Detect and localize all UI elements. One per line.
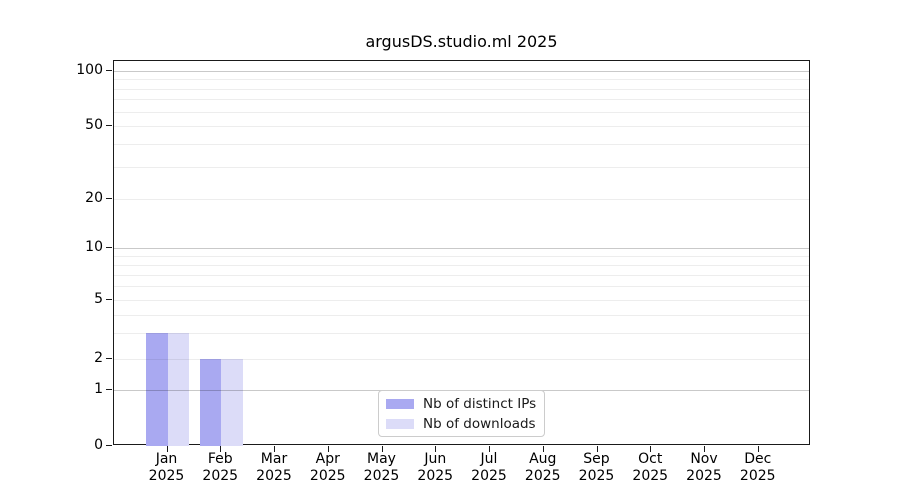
y-tick-0 xyxy=(106,445,112,446)
legend-label-downloads: Nb of downloads xyxy=(423,416,536,432)
legend-label-distinct-ips: Nb of distinct IPs xyxy=(423,396,536,412)
chart-figure: argusDS.studio.ml 2025 0125102050100Jan2… xyxy=(0,0,900,500)
gridline-minor-30 xyxy=(114,167,809,168)
legend-item-downloads: Nb of downloads xyxy=(386,415,544,432)
gridline-minor-70 xyxy=(114,99,809,100)
y-tick-50 xyxy=(106,125,112,126)
legend-swatch-downloads-icon xyxy=(386,419,414,429)
y-tick-label-100: 100 xyxy=(55,62,103,78)
bar-distinct-ips-feb xyxy=(200,359,222,446)
gridline-minor-5 xyxy=(114,300,809,301)
y-tick-1 xyxy=(106,389,112,390)
y-tick-label-1: 1 xyxy=(55,381,103,397)
y-tick-10 xyxy=(106,247,112,248)
gridline-major-10 xyxy=(114,248,809,249)
gridline-minor-40 xyxy=(114,144,809,145)
legend: Nb of distinct IPs Nb of downloads xyxy=(378,390,545,437)
y-tick-label-5: 5 xyxy=(55,291,103,307)
y-tick-100 xyxy=(106,70,112,71)
x-tick-label-dec: Dec2025 xyxy=(726,451,790,485)
gridline-minor-3 xyxy=(114,333,809,334)
gridline-minor-8 xyxy=(114,265,809,266)
gridline-minor-7 xyxy=(114,275,809,276)
gridline-minor-80 xyxy=(114,89,809,90)
y-tick-label-50: 50 xyxy=(55,117,103,133)
gridline-minor-20 xyxy=(114,199,809,200)
gridline-minor-50 xyxy=(114,126,809,127)
chart-title: argusDS.studio.ml 2025 xyxy=(113,32,810,51)
gridline-minor-90 xyxy=(114,79,809,80)
y-tick-20 xyxy=(106,198,112,199)
y-tick-label-2: 2 xyxy=(55,350,103,366)
bar-downloads-feb xyxy=(221,359,243,446)
y-tick-label-10: 10 xyxy=(55,239,103,255)
gridline-minor-6 xyxy=(114,286,809,287)
y-tick-5 xyxy=(106,299,112,300)
gridline-minor-4 xyxy=(114,315,809,316)
legend-swatch-distinct-ips-icon xyxy=(386,399,414,409)
gridline-minor-9 xyxy=(114,256,809,257)
gridline-minor-60 xyxy=(114,112,809,113)
gridline-minor-2 xyxy=(114,359,809,360)
legend-item-distinct-ips: Nb of distinct IPs xyxy=(386,395,544,412)
y-tick-2 xyxy=(106,358,112,359)
y-tick-label-20: 20 xyxy=(55,190,103,206)
y-tick-label-0: 0 xyxy=(55,437,103,453)
plot-area xyxy=(113,60,810,445)
gridline-major-100 xyxy=(114,71,809,72)
